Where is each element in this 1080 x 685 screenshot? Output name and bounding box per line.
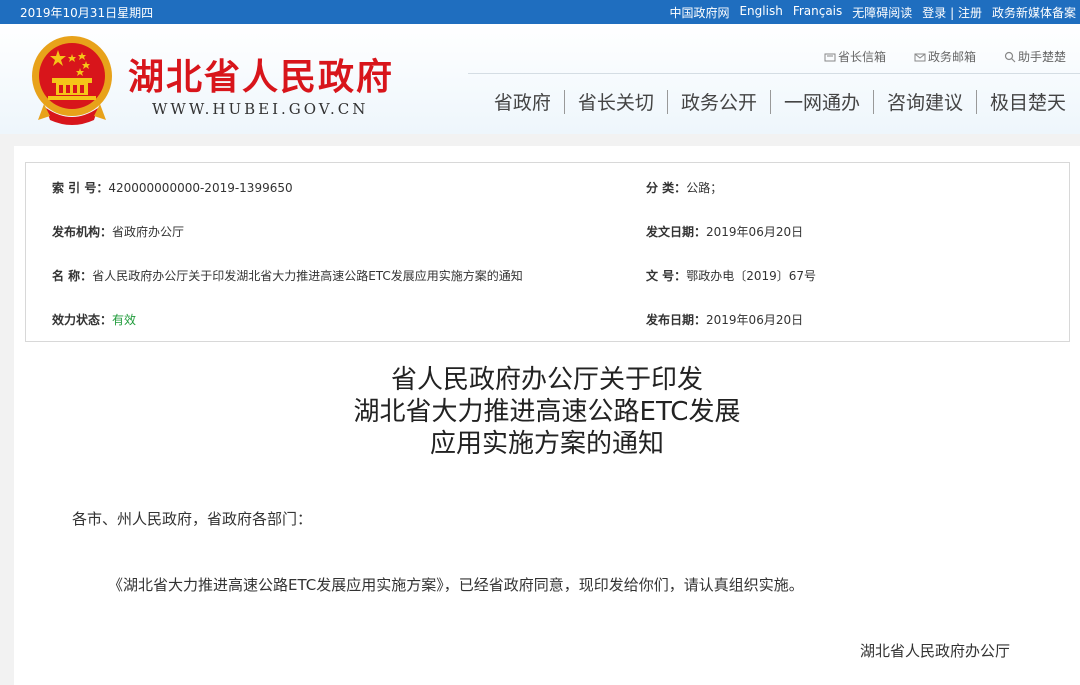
nav-gov-affairs[interactable]: 政务公开 xyxy=(668,88,770,115)
article-signature: 湖北省人民政府办公厅 xyxy=(860,642,1011,660)
assistant-label: 助手楚楚 xyxy=(1017,50,1066,64)
article-title: 省人民政府办公厅关于印发 湖北省大力推进高速公路ETC发展 应用实施方案的通知 xyxy=(14,364,1080,460)
nav-governor-concern[interactable]: 省长关切 xyxy=(565,88,667,115)
link-gov-cn[interactable]: 中国政府网 xyxy=(669,4,729,21)
meta-index: 索 引 号：420000000000-2019-1399650 xyxy=(52,181,293,195)
content-area: 索 引 号：420000000000-2019-1399650 分 类：公路； … xyxy=(14,146,1080,685)
meta-name: 名 称：省人民政府办公厅关于印发湖北省大力推进高速公路ETC发展应用实施方案的通… xyxy=(52,269,523,283)
main-nav: 省政府 省长关切 政务公开 一网通办 咨询建议 极目楚天 xyxy=(481,88,1066,115)
national-emblem-icon[interactable] xyxy=(28,34,116,126)
meta-status: 效力状态：有效 xyxy=(52,313,137,327)
nav-consult[interactable]: 咨询建议 xyxy=(874,88,976,115)
site-url: WWW.HUBEI.GOV.CN xyxy=(152,100,369,118)
top-links: 中国政府网 English Français 无障碍阅读 登录 | 注册 政务新… xyxy=(669,4,1076,21)
nav-jimu-chutian[interactable]: 极目楚天 xyxy=(977,88,1066,115)
status-badge: 有效 xyxy=(112,313,137,327)
meta-publish-date: 发布日期：2019年06月20日 xyxy=(646,313,804,327)
current-date: 2019年10月31日星期四 xyxy=(20,6,154,20)
meta-row: 名 称：省人民政府办公厅关于印发湖北省大力推进高速公路ETC发展应用实施方案的通… xyxy=(26,267,1069,287)
site-title: 湖北省人民政府 xyxy=(128,56,395,98)
article-body: 《湖北省大力推进高速公路ETC发展应用实施方案》，已经省政府同意，现印发给你们，… xyxy=(108,576,804,594)
email-link[interactable]: 政务邮箱 xyxy=(914,48,976,65)
link-english[interactable]: English xyxy=(739,4,782,21)
article-salutation: 各市、州人民政府，省政府各部门： xyxy=(72,510,313,528)
article-title-line: 湖北省大力推进高速公路ETC发展 xyxy=(353,397,741,427)
meta-row: 发布机构：省政府办公厅 发文日期：2019年06月20日 xyxy=(26,223,1069,243)
meta-issuer: 发布机构：省政府办公厅 xyxy=(52,225,185,239)
envelope-icon xyxy=(914,53,926,61)
mailbox-label: 省长信箱 xyxy=(837,50,886,64)
link-login-register[interactable]: 登录 | 注册 xyxy=(922,4,982,21)
meta-category: 分 类：公路； xyxy=(646,181,723,195)
link-francais[interactable]: Français xyxy=(793,4,842,21)
assistant-link[interactable]: 助手楚楚 xyxy=(1004,48,1066,65)
search-icon xyxy=(1004,51,1016,62)
nav-one-stop[interactable]: 一网通办 xyxy=(771,88,873,115)
link-accessibility[interactable]: 无障碍阅读 xyxy=(852,4,912,21)
link-new-media[interactable]: 政务新媒体备案 xyxy=(992,4,1076,21)
site-header: 湖北省人民政府 WWW.HUBEI.GOV.CN 省长信箱 政务邮箱 助手楚楚 … xyxy=(0,24,1080,134)
utility-links: 省长信箱 政务邮箱 助手楚楚 xyxy=(824,48,1066,65)
meta-row: 索 引 号：420000000000-2019-1399650 分 类：公路； xyxy=(26,179,1069,199)
meta-doc-number: 文 号：鄂政办电〔2019〕67号 xyxy=(646,269,816,283)
article-title-line: 省人民政府办公厅关于印发 xyxy=(390,365,703,395)
email-label: 政务邮箱 xyxy=(927,50,976,64)
nav-province-gov[interactable]: 省政府 xyxy=(481,88,564,115)
mailbox-link[interactable]: 省长信箱 xyxy=(824,48,886,65)
meta-issue-date: 发文日期：2019年06月20日 xyxy=(646,225,804,239)
document-meta-table: 索 引 号：420000000000-2019-1399650 分 类：公路； … xyxy=(25,162,1070,342)
mailbox-icon xyxy=(824,53,836,61)
meta-row: 效力状态：有效 发布日期：2019年06月20日 xyxy=(26,311,1069,331)
header-divider xyxy=(468,73,1080,74)
top-bar: 2019年10月31日星期四 中国政府网 English Français 无障… xyxy=(0,0,1080,24)
article-title-line: 应用实施方案的通知 xyxy=(429,429,664,459)
